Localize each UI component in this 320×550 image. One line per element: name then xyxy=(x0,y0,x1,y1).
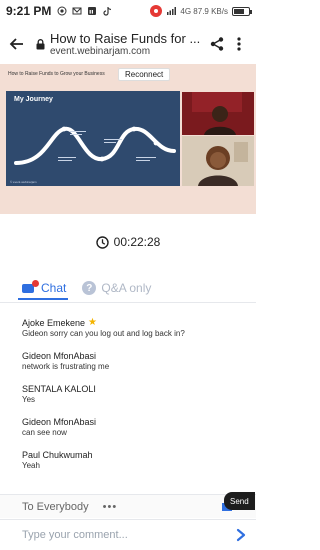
message-text: can see now xyxy=(22,428,67,437)
message-author: SENTALA KALOLI xyxy=(22,383,96,394)
tab-chat[interactable]: Chat xyxy=(22,280,67,295)
share-button[interactable] xyxy=(206,33,228,55)
message-text: network is frustrating me xyxy=(22,362,110,371)
chat-icon xyxy=(22,280,39,294)
status-bar: 9:21 PM 4G 87.9 KB/s xyxy=(0,0,256,22)
tab-qa-label: Q&A only xyxy=(101,281,152,295)
page-url: event.webinarjam.com xyxy=(50,46,151,57)
recording-icon xyxy=(150,5,163,17)
message-author: Gideon MfonAbasi xyxy=(22,416,97,427)
presenter-video-1 xyxy=(182,92,254,135)
message-text: Yes xyxy=(22,395,36,404)
audience-selector[interactable]: To Everybody xyxy=(22,501,89,513)
target-icon xyxy=(57,6,67,16)
chat-message: Gideon MfonAbasi can see now xyxy=(22,415,252,448)
tiktok-icon xyxy=(103,7,112,16)
question-icon: ? xyxy=(82,281,97,295)
chat-message: SENTALA KALOLI Yes xyxy=(22,382,252,415)
signal-icon xyxy=(167,7,177,15)
network-speed: 4G 87.9 KB/s xyxy=(180,6,228,16)
unread-badge xyxy=(32,280,39,287)
active-tab-indicator xyxy=(18,298,68,300)
journey-path-graphic xyxy=(14,126,176,165)
message-text: Gideon sorry can you log out and log bac… xyxy=(22,329,185,338)
presentation-stage: How to Raise Funds to Grow your Business… xyxy=(0,64,256,214)
slide-toolbar: How to Raise Funds to Grow your Business… xyxy=(8,67,171,81)
more-options-button[interactable]: ••• xyxy=(103,501,118,513)
message-author: Ajoke Emekene xyxy=(22,317,86,328)
notification-icons xyxy=(57,6,112,16)
message-text: Yeah xyxy=(22,461,40,470)
reconnect-button[interactable]: Reconnect xyxy=(118,67,171,81)
slide-footer: © event.webinarjam xyxy=(10,180,37,184)
page-title: How to Raise Funds for ... xyxy=(50,31,201,46)
timer-value: 00:22:28 xyxy=(113,235,161,249)
slide-caption: How to Raise Funds to Grow your Business xyxy=(8,71,105,77)
audience-bar: To Everybody ••• Send xyxy=(0,492,256,518)
chat-tabs: Chat ? Q&A only xyxy=(0,276,256,300)
overflow-menu-button[interactable] xyxy=(228,33,250,55)
message-author: Paul Chukwumah xyxy=(22,449,93,460)
status-time: 9:21 PM xyxy=(6,4,52,18)
person-silhouette-icon xyxy=(182,136,254,186)
battery-icon xyxy=(232,6,252,16)
clock-icon xyxy=(95,235,109,249)
chevron-right-icon xyxy=(236,528,246,541)
person-silhouette-icon xyxy=(182,92,254,135)
star-icon: ★ xyxy=(88,316,98,328)
status-right: 4G 87.9 KB/s xyxy=(150,5,252,17)
back-arrow-icon xyxy=(9,38,23,50)
comment-input[interactable] xyxy=(22,528,230,541)
comment-composer xyxy=(0,519,256,549)
gmail-icon xyxy=(72,7,82,15)
session-timer: 00:22:28 xyxy=(0,232,256,252)
lock-icon xyxy=(36,38,46,50)
linkedin-icon xyxy=(88,7,97,15)
tab-chat-label: Chat xyxy=(41,281,67,295)
send-button[interactable] xyxy=(230,524,252,546)
divider xyxy=(0,302,256,303)
browser-bar: How to Raise Funds for ... event.webinar… xyxy=(0,24,256,64)
presenter-video-2 xyxy=(182,136,254,186)
share-icon xyxy=(210,37,224,51)
tab-qa[interactable]: ? Q&A only xyxy=(82,281,151,295)
send-tooltip: Send xyxy=(224,492,255,510)
chat-message: Paul Chukwumah Yeah xyxy=(22,448,252,481)
more-vert-icon xyxy=(237,37,241,51)
chat-message: Ajoke Emekene ★ Gideon sorry can you log… xyxy=(22,316,252,349)
back-button[interactable] xyxy=(6,33,28,55)
chat-message: Gideon MfonAbasi network is frustrating … xyxy=(22,349,252,382)
message-author: Gideon MfonAbasi xyxy=(22,350,97,361)
address-box[interactable]: How to Raise Funds for ... event.webinar… xyxy=(50,31,206,57)
chat-messages: Ajoke Emekene ★ Gideon sorry can you log… xyxy=(22,316,252,481)
presentation-slide: My Journey © event.webinarjam xyxy=(6,91,180,186)
